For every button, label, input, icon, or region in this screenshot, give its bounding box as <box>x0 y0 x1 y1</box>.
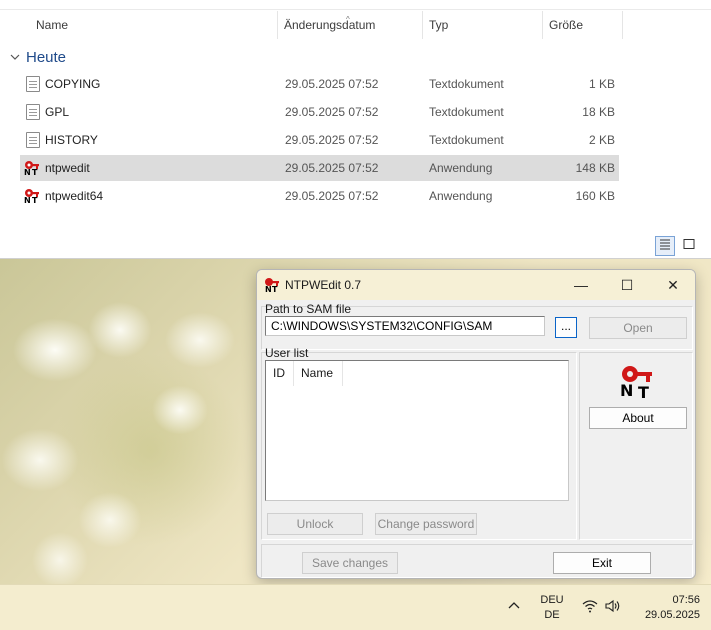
user-list-view[interactable]: ID Name <box>265 360 569 501</box>
file-name: ntpwedit64 <box>45 189 104 203</box>
file-date: 29.05.2025 07:52 <box>285 189 379 203</box>
maximize-button[interactable]: ☐ <box>604 270 650 300</box>
file-row[interactable]: N Tntpwedit 29.05.2025 07:52 Anwendung 148 K… <box>20 155 619 181</box>
group-label: Heute <box>26 48 67 66</box>
clock[interactable]: 07:56 29.05.2025 <box>634 593 700 623</box>
file-date: 29.05.2025 07:52 <box>285 133 379 147</box>
open-button[interactable]: Open <box>589 317 687 339</box>
user-list-label: User list <box>265 346 309 360</box>
file-date: 29.05.2025 07:52 <box>285 161 379 175</box>
clock-time: 07:56 <box>672 594 700 606</box>
change-password-button[interactable]: Change password <box>375 513 477 535</box>
file-date: 29.05.2025 07:52 <box>285 77 379 91</box>
ntpwedit-app-icon: NT <box>24 188 39 205</box>
close-button[interactable]: ✕ <box>650 270 695 300</box>
minimize-button[interactable]: — <box>558 270 604 300</box>
file-explorer-window: Name ^ Änderungsdatum Typ Größe Heute CO… <box>0 0 711 259</box>
keyboard-layout-code: DE <box>544 609 560 621</box>
wifi-icon[interactable] <box>581 597 599 615</box>
view-switcher <box>655 236 699 256</box>
browse-button[interactable]: ... <box>555 317 577 338</box>
file-type: Textdokument <box>429 105 504 119</box>
taskbar: DEU DE 07:56 29.05.2025 <box>0 584 711 630</box>
column-header-size[interactable]: Größe <box>543 11 623 39</box>
file-row[interactable]: GPL 29.05.2025 07:52 Textdokument 18 KB <box>20 99 619 125</box>
text-doc-icon <box>26 104 40 120</box>
exit-button[interactable]: Exit <box>553 552 651 574</box>
column-header-row: Name ^ Änderungsdatum Typ Größe <box>0 11 630 39</box>
file-size: 18 KB <box>582 105 615 119</box>
file-name: ntpwedit <box>45 161 90 175</box>
file-type: Anwendung <box>429 161 493 175</box>
ntpwedit-app-icon: N T <box>264 277 280 294</box>
window-title: NTPWEdit 0.7 <box>285 278 362 292</box>
logo-text-t: T <box>638 383 649 399</box>
volume-icon[interactable] <box>604 597 622 615</box>
clock-date: 29.05.2025 <box>644 609 700 621</box>
svg-text:N: N <box>24 168 31 176</box>
sam-path-label: Path to SAM file <box>265 302 352 316</box>
svg-text:N: N <box>265 285 272 293</box>
title-bar[interactable]: N T NTPWEdit 0.7 — ☐ ✕ <box>257 270 695 300</box>
file-size: 160 KB <box>575 189 615 203</box>
file-size: 1 KB <box>588 77 615 91</box>
column-header-type[interactable]: Typ <box>423 11 543 39</box>
input-language-indicator[interactable]: DEU DE <box>534 593 570 623</box>
file-name: GPL <box>45 105 70 119</box>
user-list-column-id[interactable]: ID <box>266 361 294 386</box>
user-list-column-name[interactable]: Name <box>294 361 343 386</box>
file-type: Textdokument <box>429 133 504 147</box>
about-button[interactable]: About <box>589 407 687 429</box>
file-row[interactable]: COPYING 29.05.2025 07:52 Textdokument 1 KB <box>20 71 619 97</box>
save-changes-button[interactable]: Save changes <box>302 552 398 574</box>
ntpwedit-window: N T NTPWEdit 0.7 — ☐ ✕ Path to SAM file … <box>256 269 696 579</box>
file-row[interactable]: HISTORY 29.05.2025 07:52 Textdokument 2 KB <box>20 127 619 153</box>
svg-text:N: N <box>24 196 31 204</box>
column-header-name[interactable]: Name <box>30 11 278 39</box>
group-header-today[interactable]: Heute <box>10 45 66 69</box>
svg-text:T: T <box>272 285 278 293</box>
large-icons-view-icon[interactable] <box>679 236 699 256</box>
language-code: DEU <box>540 594 564 606</box>
show-hidden-icons-icon[interactable] <box>506 598 522 614</box>
explorer-toolbar-edge <box>0 0 711 10</box>
text-doc-icon <box>26 76 40 92</box>
file-size: 148 KB <box>575 161 615 175</box>
column-header-date[interactable]: Änderungsdatum <box>278 11 423 39</box>
ntpwedit-logo-icon: N T <box>619 363 655 402</box>
file-size: 2 KB <box>588 133 615 147</box>
file-name: HISTORY <box>45 133 98 147</box>
file-date: 29.05.2025 07:52 <box>285 105 379 119</box>
file-row[interactable]: N Tntpwedit64 29.05.2025 07:52 Anwendung 160… <box>20 183 619 209</box>
logo-text-n: N <box>620 381 633 399</box>
details-view-icon[interactable] <box>655 236 675 256</box>
file-type: Textdokument <box>429 77 504 91</box>
unlock-button[interactable]: Unlock <box>267 513 363 535</box>
file-name: COPYING <box>45 77 101 91</box>
sam-path-input[interactable]: C:\WINDOWS\SYSTEM32\CONFIG\SAM <box>265 316 545 336</box>
chevron-down-icon <box>10 52 20 62</box>
svg-text:T: T <box>32 168 38 176</box>
svg-text:T: T <box>32 196 38 204</box>
file-type: Anwendung <box>429 189 493 203</box>
ntpwedit-app-icon: NT <box>24 160 39 177</box>
text-doc-icon <box>26 132 40 148</box>
